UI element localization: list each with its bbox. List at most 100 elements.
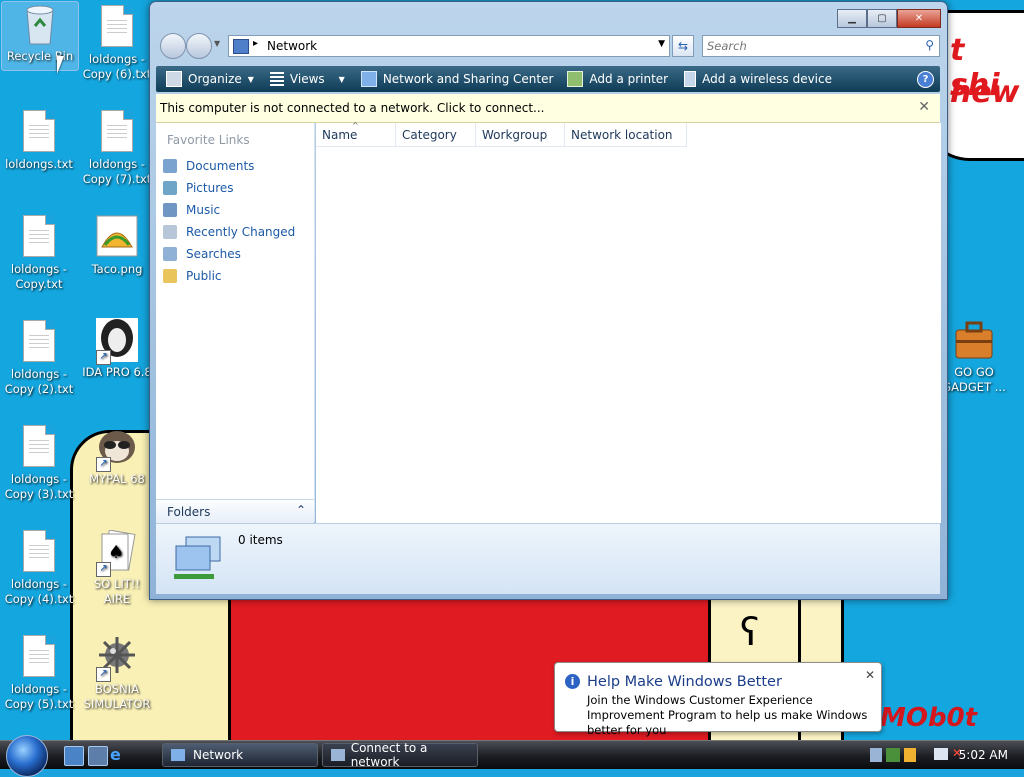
close-button[interactable]: ✕ bbox=[897, 9, 941, 28]
desktop-icon-bosnia-simulator[interactable]: ↗ BOSNIA SIMULATOR bbox=[79, 635, 155, 712]
switch-windows-icon[interactable] bbox=[88, 746, 108, 766]
back-button[interactable] bbox=[160, 33, 186, 59]
desktop-icon-text-file[interactable]: loldongs - Copy (2).txt bbox=[1, 320, 77, 397]
file-list[interactable]: Name ^ Category Workgroup Network locati… bbox=[316, 121, 941, 523]
search-box: ⚲ bbox=[702, 35, 940, 57]
window-controls: ▁ ▢ ✕ bbox=[837, 9, 941, 28]
address-text: Network bbox=[267, 39, 318, 53]
notification-body: Join the Windows Customer Experience Imp… bbox=[587, 693, 868, 737]
network-computers-icon bbox=[172, 534, 224, 584]
pictures-icon bbox=[163, 181, 177, 195]
network-icon bbox=[171, 749, 185, 761]
desktop-icon-text-file[interactable]: loldongs - Copy (5).txt bbox=[1, 635, 77, 712]
desktop-icon-solitaire[interactable]: ♠ ↗ SO LIT!! AIRE bbox=[79, 529, 155, 607]
column-header-category[interactable]: Category bbox=[396, 123, 476, 147]
network-explorer-window[interactable]: ▁ ▢ ✕ ▼ ▸ Network ▼ ⇆ ⚲ Organize▼ Views▼ bbox=[149, 1, 948, 600]
sidebar-item-music[interactable]: Music bbox=[163, 203, 220, 217]
close-icon[interactable]: ✕ bbox=[918, 99, 930, 115]
refresh-button[interactable]: ⇆ bbox=[672, 35, 694, 57]
info-bar-message: This computer is not connected to a netw… bbox=[160, 101, 545, 115]
text-file-icon bbox=[18, 320, 60, 364]
chevron-up-icon: ⌃ bbox=[295, 503, 306, 517]
folders-toggle[interactable]: Folders ⌃ bbox=[156, 499, 314, 524]
maximize-button[interactable]: ▢ bbox=[867, 9, 897, 28]
text-file-icon bbox=[96, 110, 138, 154]
text-file-icon bbox=[18, 425, 60, 469]
desktop-icon-recycle-bin[interactable]: Recycle Bin bbox=[1, 1, 79, 71]
minimize-button[interactable]: ▁ bbox=[837, 9, 867, 28]
tray-network-icon[interactable] bbox=[870, 748, 882, 762]
documents-icon bbox=[163, 159, 177, 173]
briefcase-icon bbox=[953, 318, 995, 362]
show-desktop-icon[interactable] bbox=[64, 746, 84, 766]
sidebar-item-pictures[interactable]: Pictures bbox=[163, 181, 234, 195]
sidebar-item-recently-changed[interactable]: Recently Changed bbox=[163, 225, 295, 239]
search-input[interactable] bbox=[703, 36, 909, 56]
address-dropdown-icon[interactable]: ▼ bbox=[658, 39, 665, 49]
desktop-icon-text-file[interactable]: loldongs - Copy (4).txt bbox=[1, 530, 77, 607]
column-header-name[interactable]: Name ^ bbox=[316, 121, 396, 147]
sidebar-item-searches[interactable]: Searches bbox=[163, 247, 241, 261]
address-bar-row: ▼ ▸ Network ▼ ⇆ ⚲ bbox=[158, 33, 940, 59]
tray-disconnected-network-icon[interactable] bbox=[934, 748, 948, 760]
sidebar-item-documents[interactable]: Documents bbox=[163, 159, 254, 173]
tray-shield-icon[interactable] bbox=[904, 748, 916, 762]
info-bar[interactable]: This computer is not connected to a netw… bbox=[156, 94, 940, 123]
internet-explorer-icon[interactable]: e bbox=[110, 746, 128, 764]
desktop-icon-text-file[interactable]: loldongs - Copy (6).txt bbox=[79, 5, 155, 82]
clock[interactable]: 5:02 AM bbox=[959, 748, 1008, 762]
music-icon bbox=[163, 203, 177, 217]
help-icon[interactable]: ? bbox=[917, 71, 934, 88]
organize-button[interactable]: Organize ▼ bbox=[166, 71, 254, 87]
network-sharing-center-button[interactable]: Network and Sharing Center bbox=[360, 71, 553, 87]
notification-title: Help Make Windows Better bbox=[587, 674, 782, 690]
sidebar-item-public[interactable]: Public bbox=[163, 269, 222, 283]
wallpaper-signature: MOb0t bbox=[880, 703, 978, 733]
connect-network-icon bbox=[331, 749, 345, 761]
search-icon[interactable]: ⚲ bbox=[925, 38, 934, 52]
desktop-icon-taco[interactable]: Taco.png bbox=[79, 215, 155, 277]
desktop-icon-ida-pro[interactable]: ↗ IDA PRO 6.8 bbox=[79, 318, 155, 380]
taskbar-button-connect[interactable]: Connect to a network bbox=[322, 741, 478, 769]
shortcut-arrow-icon: ↗ bbox=[96, 350, 111, 365]
organize-icon bbox=[166, 71, 182, 87]
desktop-icon-text-file[interactable]: loldongs - Copy (3).txt bbox=[1, 425, 77, 502]
column-header-workgroup[interactable]: Workgroup bbox=[476, 123, 565, 147]
notification-balloon[interactable]: i Help Make Windows Better Join the Wind… bbox=[554, 662, 882, 737]
close-icon[interactable]: ✕ bbox=[865, 668, 875, 682]
forward-button[interactable] bbox=[186, 33, 212, 59]
address-box[interactable]: ▸ Network ▼ bbox=[228, 35, 670, 57]
text-file-icon bbox=[18, 530, 60, 574]
raccoon-icon: ↗ bbox=[96, 425, 138, 472]
recycle-bin-icon bbox=[19, 2, 61, 46]
network-icon bbox=[233, 39, 249, 54]
sort-ascending-icon: ^ bbox=[352, 121, 359, 130]
start-button[interactable] bbox=[6, 735, 48, 777]
recent-pages-dropdown[interactable]: ▼ bbox=[214, 39, 220, 48]
column-header-network-location[interactable]: Network location bbox=[565, 123, 687, 147]
item-count: 0 items bbox=[238, 533, 283, 547]
tray-security-icon[interactable] bbox=[886, 748, 900, 762]
ida-pro-icon: ↗ bbox=[96, 318, 138, 365]
desktop-icon-text-file[interactable]: loldongs - Copy.txt bbox=[1, 215, 77, 292]
taskbar-button-network[interactable]: Network bbox=[162, 743, 318, 767]
image-file-icon bbox=[96, 215, 138, 259]
views-button[interactable]: Views ▼ bbox=[269, 72, 345, 86]
command-toolbar: Organize ▼ Views ▼ Network and Sharing Cen… bbox=[156, 66, 940, 92]
breadcrumb-arrow-icon[interactable]: ▸ bbox=[253, 38, 258, 49]
views-icon bbox=[269, 72, 284, 86]
text-file-icon bbox=[96, 5, 138, 49]
shortcut-arrow-icon: ↗ bbox=[96, 457, 111, 472]
folder-icon bbox=[163, 269, 177, 283]
wallpaper-text: hew bbox=[950, 75, 1020, 110]
text-file-icon bbox=[18, 110, 60, 154]
favorite-links-header: Favorite Links bbox=[167, 133, 250, 147]
add-printer-button[interactable]: Add a printer bbox=[567, 71, 668, 87]
add-wireless-device-button[interactable]: Add a wireless device bbox=[684, 71, 832, 87]
desktop-icon-text-file[interactable]: loldongs - Copy (7).txt bbox=[79, 110, 155, 187]
mouse-cursor-icon bbox=[57, 56, 64, 74]
shortcut-arrow-icon: ↗ bbox=[96, 667, 111, 682]
desktop-icon-text-file[interactable]: loldongs.txt bbox=[1, 110, 77, 172]
desktop-icon-mypal[interactable]: ↗ MYPAL 68 bbox=[79, 425, 155, 487]
taskbar: e Network Connect to a network ✕ 5:02 AM bbox=[0, 735, 1024, 777]
